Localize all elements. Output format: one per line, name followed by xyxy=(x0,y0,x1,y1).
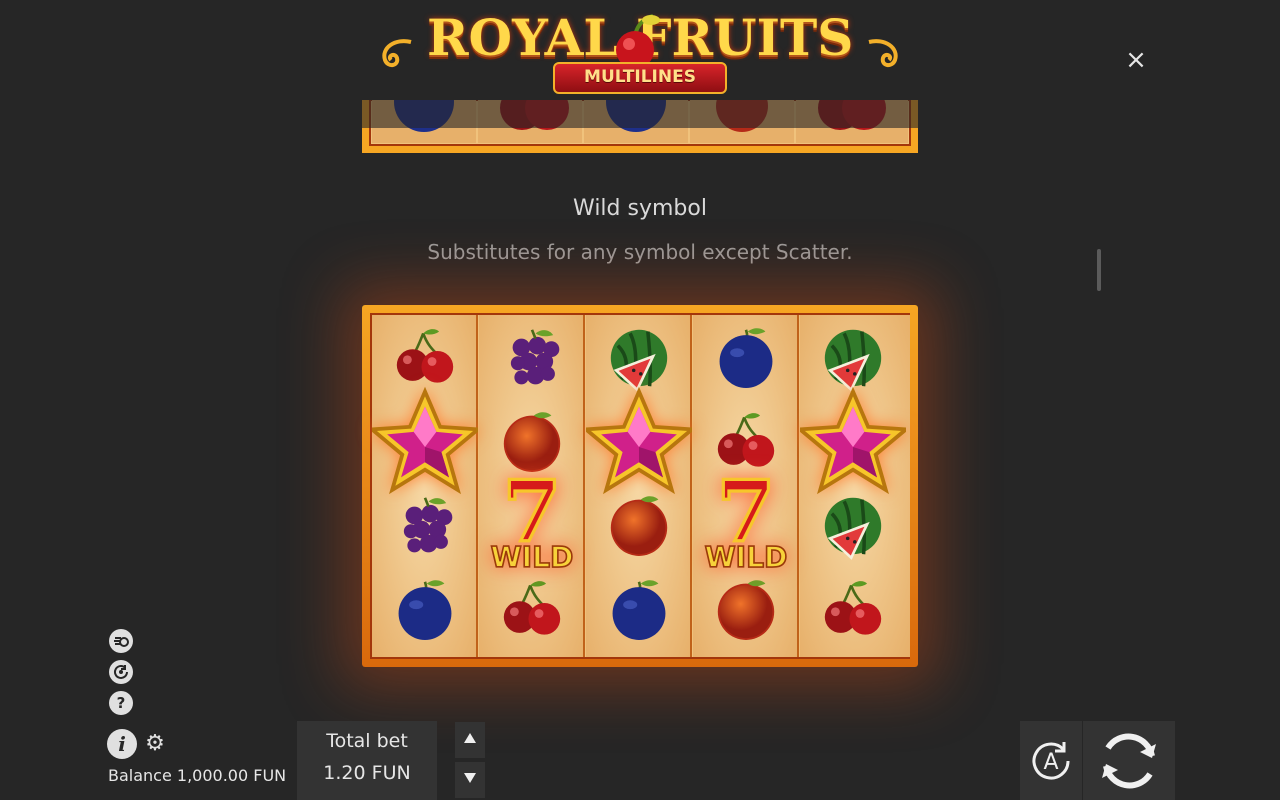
cherry-symbol-icon xyxy=(800,568,906,652)
logo-ornament-left-icon xyxy=(382,39,412,67)
reel-column: 7 WILD xyxy=(693,315,799,657)
close-button[interactable]: × xyxy=(1124,47,1148,73)
symbol-description: Substitutes for any symbol except Scatte… xyxy=(427,240,853,264)
cherry-symbol-icon xyxy=(479,568,585,652)
reel-column xyxy=(586,315,692,657)
spin-button[interactable] xyxy=(1083,721,1175,800)
balance-display: Balance 1,000.00 FUN xyxy=(108,766,287,785)
autoplay-icon: A xyxy=(1032,741,1070,780)
game-screen: ROYAL FRUITS MULTILINES × Wild symbol Su… xyxy=(0,0,1280,800)
autoplay-button[interactable]: A xyxy=(1020,721,1082,800)
total-bet-label: Total bet xyxy=(326,730,408,752)
game-logo: ROYAL FRUITS MULTILINES xyxy=(375,2,905,98)
bet-decrease-button[interactable] xyxy=(455,762,485,798)
logo-ornament-right-icon xyxy=(868,39,898,67)
plum-symbol-icon xyxy=(372,568,478,652)
star-symbol-icon xyxy=(372,386,478,495)
wild-symbol-icon: 7 WILD xyxy=(693,474,799,575)
history-icon[interactable] xyxy=(109,660,133,684)
svg-text:WILD: WILD xyxy=(491,541,574,574)
triangle-up-icon xyxy=(464,733,476,743)
turbo-icon[interactable] xyxy=(109,629,133,653)
wild-example-reel: 7 WILD 7 WILD xyxy=(362,305,918,667)
spin-icon xyxy=(1102,733,1156,788)
plum-symbol-icon xyxy=(586,568,692,652)
help-icon[interactable]: ? xyxy=(109,691,133,715)
total-bet-panel: Total bet 1.20 FUN xyxy=(297,721,437,800)
info-icon[interactable]: i xyxy=(107,729,137,759)
orange-symbol-icon xyxy=(693,568,799,652)
scrollbar-thumb[interactable] xyxy=(1097,249,1101,291)
reel-column: 7 WILD xyxy=(479,315,585,657)
autoplay-label: A xyxy=(1043,750,1058,775)
reel-grid: 7 WILD 7 WILD xyxy=(370,313,910,659)
total-bet-value: 1.20 FUN xyxy=(323,762,411,784)
triangle-down-icon xyxy=(464,773,476,783)
bet-increase-button[interactable] xyxy=(455,722,485,758)
reel-column xyxy=(372,315,478,657)
plum-symbol-icon xyxy=(693,316,799,400)
wild-symbol-icon: 7 WILD xyxy=(479,474,585,575)
cherry-symbol-icon xyxy=(693,400,799,484)
logo-subtitle: MULTILINES xyxy=(553,62,727,94)
gear-icon[interactable]: ⚙ xyxy=(144,733,166,755)
reel-column xyxy=(800,315,910,657)
symbol-title: Wild symbol xyxy=(573,196,707,221)
svg-text:WILD: WILD xyxy=(705,541,788,574)
star-symbol-icon xyxy=(586,386,692,495)
orange-symbol-icon xyxy=(479,400,585,484)
grape-symbol-icon xyxy=(479,316,585,400)
previous-reel-preview xyxy=(362,100,918,153)
star-symbol-icon xyxy=(800,386,906,495)
